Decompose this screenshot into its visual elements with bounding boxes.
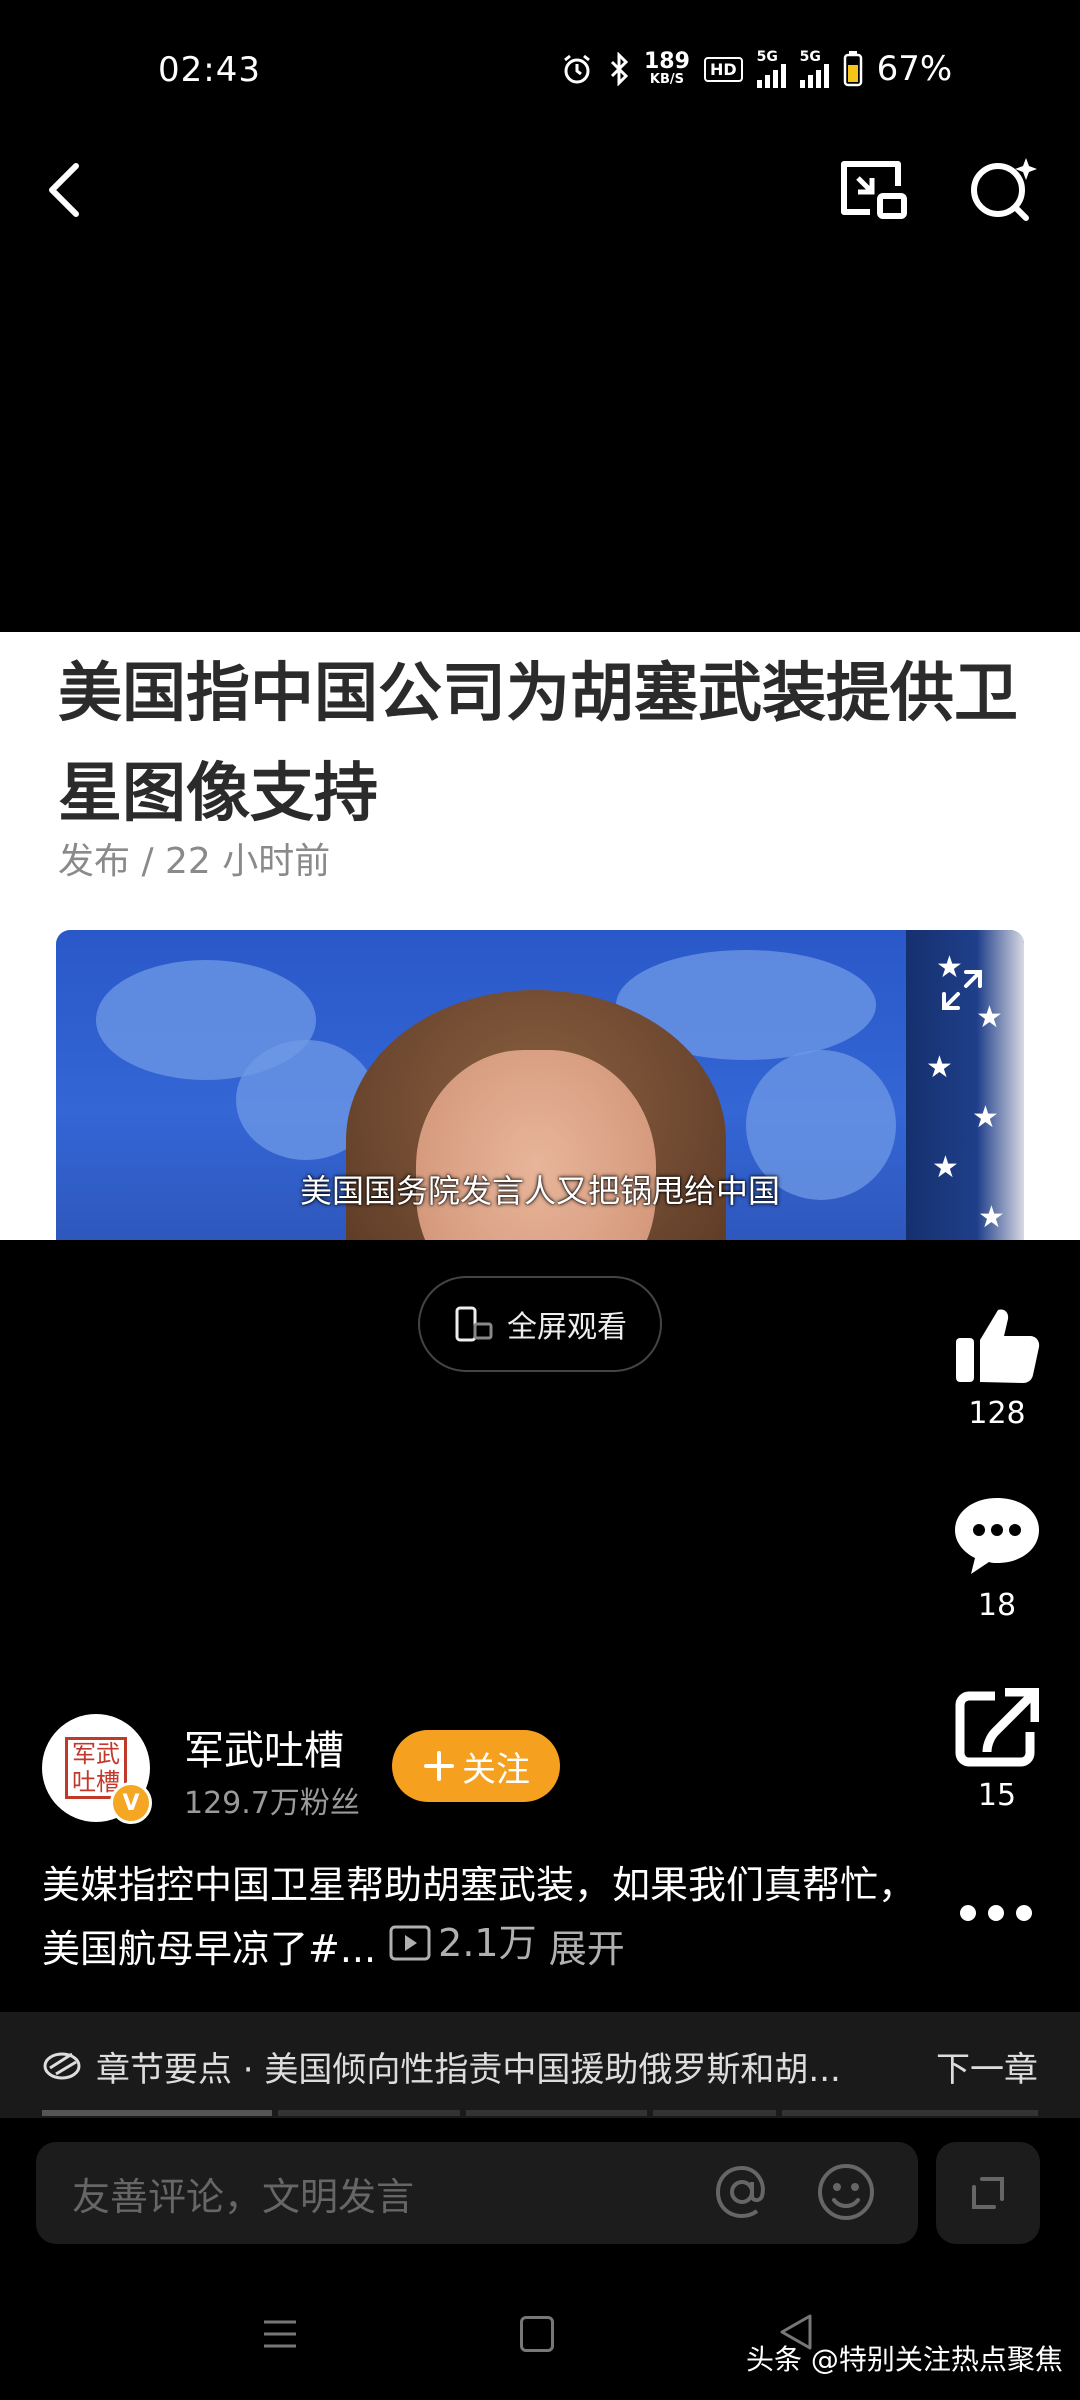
chapter-text: 章节要点 · 美国倾向性指责中国援助俄罗斯和胡...	[96, 2050, 841, 2090]
recent-apps-icon[interactable]	[262, 2316, 298, 2352]
follow-button[interactable]: 关注	[392, 1730, 560, 1802]
alarm-icon	[564, 54, 590, 84]
share-icon[interactable]	[955, 1687, 1040, 1768]
mention-icon[interactable]	[710, 2160, 774, 2224]
share-action[interactable]: 15	[942, 1687, 1052, 1813]
more-options-icon[interactable]	[956, 1898, 1036, 1928]
fullscreen-button[interactable]: 全屏观看	[418, 1276, 662, 1372]
status-icons: 189 KB/S HD 5G 5G 67%	[560, 44, 952, 94]
expand-link[interactable]: 展开	[549, 1927, 625, 1971]
expand-icon[interactable]	[938, 966, 986, 1014]
battery-icon	[843, 51, 862, 87]
signal-bars-icon	[756, 64, 786, 88]
comment-bubble-icon[interactable]	[951, 1494, 1043, 1578]
signal-2: 5G	[799, 50, 829, 88]
thumbs-up-icon[interactable]	[952, 1302, 1042, 1386]
play-icon	[389, 1925, 431, 1961]
status-time: 02:43	[158, 50, 261, 90]
signal-1: 5G	[756, 50, 786, 88]
back-icon[interactable]	[44, 160, 84, 220]
emoji-icon[interactable]	[814, 2160, 878, 2224]
like-count: 128	[968, 1396, 1026, 1431]
comment-action[interactable]: 18	[942, 1494, 1052, 1623]
signal-bars-icon	[799, 64, 829, 88]
author-name[interactable]: 军武吐槽	[184, 1718, 344, 1776]
next-chapter-button[interactable]: 下一章	[936, 2042, 1038, 2091]
article-card[interactable]: 美国指中国公司为胡塞武装提供卫星图像支持 发布 / 22 小时前 ★ ★ ★ ★ ★ ★…	[0, 632, 1080, 1240]
comment-input[interactable]: 友善评论，文明发言	[36, 2142, 918, 2244]
comment-count: 18	[977, 1588, 1017, 1623]
fullscreen-label: 全屏观看	[507, 1310, 627, 1345]
article-title: 美国指中国公司为胡塞武装提供卫星图像支持	[58, 657, 1018, 831]
chapter-icon	[43, 2052, 81, 2080]
net-speed: 189 KB/S	[644, 49, 690, 87]
video-player[interactable]: ★ ★ ★ ★ ★ ★ 美国国务院发言人又把锅甩给中国	[56, 930, 1024, 1240]
article-meta: 发布 / 22 小时前	[58, 841, 331, 882]
home-button[interactable]	[520, 2316, 554, 2352]
play-count: 2.1万	[388, 1914, 537, 1972]
repost-icon	[972, 2177, 1004, 2209]
follower-count: 129.7万粉丝	[184, 1786, 360, 1821]
video-subtitle: 美国国务院发言人又把锅甩给中国	[299, 1172, 780, 1210]
video-description[interactable]: 美媒指控中国卫星帮助胡塞武装，如果我们真帮忙，美国航母早凉了#... 2.1万 …	[42, 1856, 922, 1978]
share-count: 15	[977, 1778, 1017, 1813]
chapter-progress[interactable]	[42, 2110, 1038, 2116]
hd-badge: HD	[703, 56, 743, 82]
ai-search-icon[interactable]	[966, 154, 1038, 224]
repost-button[interactable]	[936, 2142, 1040, 2244]
verified-badge-icon: V	[110, 1782, 152, 1824]
follow-label: 关注	[462, 1749, 530, 1790]
rotate-phone-icon	[455, 1306, 493, 1342]
bluetooth-icon	[610, 52, 629, 86]
chapter-bar[interactable]: 章节要点 · 美国倾向性指责中国援助俄罗斯和胡... 下一章	[0, 2012, 1080, 2118]
plus-icon	[424, 1751, 454, 1781]
battery-percent: 67%	[876, 49, 953, 89]
watermark: 头条 @特别关注热点聚焦	[746, 2343, 1063, 2376]
picture-in-picture-icon[interactable]	[838, 156, 908, 222]
like-action[interactable]: 128	[942, 1302, 1052, 1431]
